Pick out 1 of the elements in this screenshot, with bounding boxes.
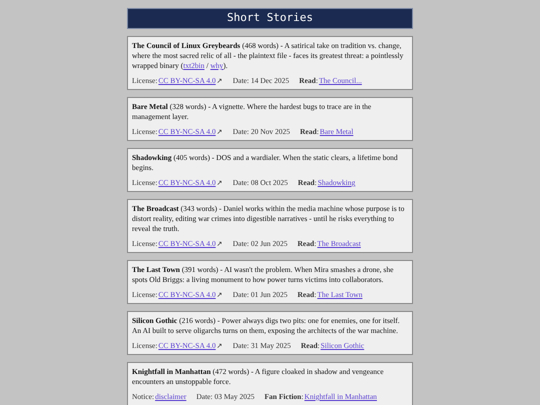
page-title: Short Stories xyxy=(226,10,314,26)
